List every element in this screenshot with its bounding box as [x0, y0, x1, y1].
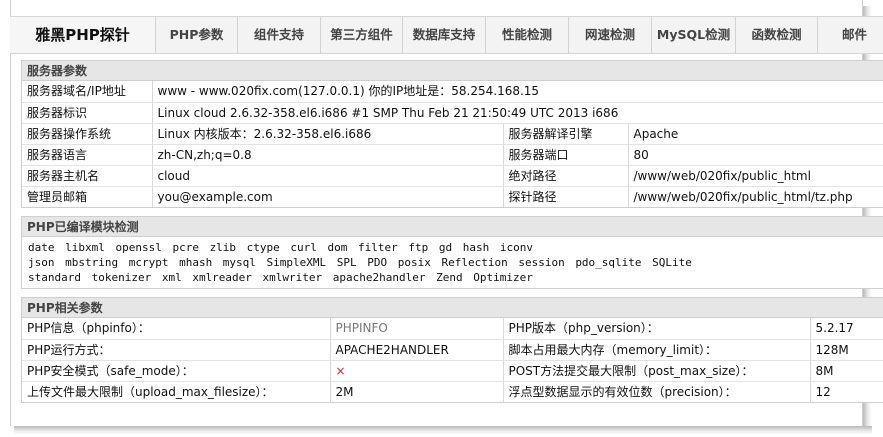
nav-function-test[interactable]: 函数检测	[736, 17, 818, 53]
table-row: PHP信息（phpinfo）： PHPINFO PHP版本（php_versio…	[22, 318, 883, 340]
modules-line: date libxml openssl pcre zlib ctype curl…	[28, 241, 533, 254]
nav-database[interactable]: 数据库支持	[403, 17, 486, 53]
nav-php-params[interactable]: PHP参数	[156, 17, 238, 53]
row-value: /www/web/020fix/public_html	[628, 165, 883, 187]
php-params-title: PHP相关参数	[22, 298, 883, 318]
row-label: 服务器主机名	[22, 165, 153, 187]
row-label: 服务器域名/IP地址	[22, 81, 153, 103]
main-content: 服务器参数 服务器域名/IP地址 www - www.020fix.com(12…	[21, 60, 883, 411]
row-value: /www/web/020fix/public_html/tz.php	[628, 186, 883, 207]
row-label: PHP安全模式（safe_mode）：	[22, 360, 331, 382]
table-row: 服务器主机名 cloud 绝对路径 /www/web/020fix/public…	[22, 165, 883, 187]
row-value: www - www.020fix.com(127.0.0.1) 你的IP地址是：…	[152, 81, 883, 103]
top-nav: 雅黑PHP探针 PHP参数 组件支持 第三方组件 数据库支持 性能检测 网速检测…	[10, 16, 883, 54]
row-value: Linux 内核版本：2.6.32-358.el6.i686	[152, 123, 504, 145]
row-label: 绝对路径	[503, 165, 629, 187]
row-value: 80	[628, 144, 883, 166]
row-label: PHP版本（php_version）：	[503, 318, 811, 340]
row-label: POST方法提交最大限制（post_max_size）：	[503, 360, 811, 382]
nav-components[interactable]: 组件支持	[238, 17, 321, 53]
nav-third-party[interactable]: 第三方组件	[321, 17, 403, 53]
modules-list: date libxml openssl pcre zlib ctype curl…	[22, 237, 883, 288]
row-label: 服务器解译引擎	[503, 123, 629, 145]
row-value: zh-CN,zh;q=0.8	[152, 144, 504, 166]
table-row: 管理员邮箱 you@example.com 探针路径 /www/web/020f…	[22, 186, 883, 207]
nav-speed-test[interactable]: 网速检测	[569, 17, 652, 53]
row-value: 2M	[330, 381, 504, 402]
table-row: 服务器语言 zh-CN,zh;q=0.8 服务器端口 80	[22, 144, 883, 166]
nav-mail[interactable]: 邮件	[818, 17, 878, 53]
row-value: 128M	[810, 339, 883, 361]
modules-title: PHP已编译模块检测	[22, 217, 883, 237]
row-label: 服务器端口	[503, 144, 629, 166]
row-label: 上传文件最大限制（upload_max_filesize）：	[22, 381, 331, 402]
row-value: 5.2.17	[810, 318, 883, 340]
php-params-panel: PHP相关参数 PHP信息（phpinfo）： PHPINFO PHP版本（ph…	[21, 297, 883, 403]
table-row: 服务器操作系统 Linux 内核版本：2.6.32-358.el6.i686 服…	[22, 123, 883, 145]
table-row: 上传文件最大限制（upload_max_filesize）： 2M 浮点型数据显…	[22, 381, 883, 402]
row-value: 8M	[810, 360, 883, 382]
table-row: PHP运行方式： APACHE2HANDLER 脚本占用最大内存（memory_…	[22, 339, 883, 361]
modules-line: json mbstring mcrypt mhash mysql SimpleX…	[28, 256, 692, 269]
phpinfo-link[interactable]: PHPINFO	[330, 318, 504, 340]
table-row: 服务器标识 Linux cloud 2.6.32-358.el6.i686 #1…	[22, 102, 883, 124]
server-params-title: 服务器参数	[22, 61, 883, 81]
table-row: PHP安全模式（safe_mode）： × POST方法提交最大限制（post_…	[22, 360, 883, 382]
nav-mysql-test[interactable]: MySQL检测	[652, 17, 736, 53]
modules-panel: PHP已编译模块检测 date libxml openssl pcre zlib…	[21, 216, 883, 289]
row-value: 12	[810, 381, 883, 402]
nav-performance[interactable]: 性能检测	[486, 17, 569, 53]
server-params-panel: 服务器参数 服务器域名/IP地址 www - www.020fix.com(12…	[21, 60, 883, 208]
modules-line: standard tokenizer xml xmlreader xmlwrit…	[28, 271, 533, 284]
row-value: Apache	[628, 123, 883, 145]
row-label: 浮点型数据显示的有效位数（precision）：	[503, 381, 811, 402]
row-label: 管理员邮箱	[22, 186, 153, 207]
row-label: 探针路径	[503, 186, 629, 207]
row-value: cloud	[152, 165, 504, 187]
cross-icon: ×	[330, 360, 504, 382]
row-label: 脚本占用最大内存（memory_limit）：	[503, 339, 811, 361]
row-label: PHP信息（phpinfo）：	[22, 318, 331, 340]
row-label: 服务器语言	[22, 144, 153, 166]
server-params-table: 服务器域名/IP地址 www - www.020fix.com(127.0.0.…	[22, 81, 883, 207]
row-value: Linux cloud 2.6.32-358.el6.i686 #1 SMP T…	[152, 102, 883, 124]
row-label: PHP运行方式：	[22, 339, 331, 361]
row-label: 服务器操作系统	[22, 123, 153, 145]
row-label: 服务器标识	[22, 102, 153, 124]
table-row: 服务器域名/IP地址 www - www.020fix.com(127.0.0.…	[22, 81, 883, 103]
brand-title[interactable]: 雅黑PHP探针	[10, 17, 156, 53]
row-value: APACHE2HANDLER	[330, 339, 504, 361]
php-params-table: PHP信息（phpinfo）： PHPINFO PHP版本（php_versio…	[22, 318, 883, 402]
window-shadow-bottom	[14, 426, 872, 435]
row-value: you@example.com	[152, 186, 504, 207]
